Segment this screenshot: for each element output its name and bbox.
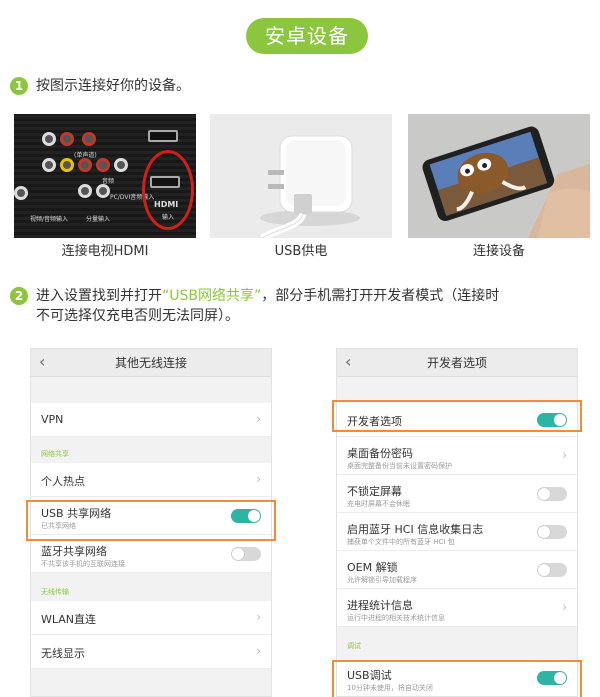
step-2: 2 进入设置找到并打开“USB网络共享”，部分手机需打开开发者模式（连接时 不可… bbox=[10, 286, 499, 326]
phone-in-hand-photo bbox=[408, 114, 590, 238]
bt-hci-toggle[interactable] bbox=[537, 525, 567, 539]
step-text: 进入设置找到并打开“USB网络共享”，部分手机需打开开发者模式（连接时 不可选择… bbox=[36, 286, 499, 326]
chevron-right-icon: › bbox=[256, 644, 261, 658]
step-text-before: 进入设置找到并打开 bbox=[36, 288, 162, 304]
oem-unlock-sub: 允许解锁引导加载程序 bbox=[347, 576, 417, 584]
hotspot-label: 个人热点 bbox=[41, 475, 85, 488]
back-icon[interactable]: ‹ bbox=[345, 349, 351, 375]
chevron-right-icon: › bbox=[256, 610, 261, 624]
tv-label-mono: (单声道) bbox=[74, 152, 97, 159]
stay-awake-row[interactable]: 不锁定屏幕 充电时屏幕不会休眠 bbox=[337, 475, 577, 513]
usb-share-highlight-box bbox=[26, 500, 276, 541]
backup-password-label: 桌面备份密码 bbox=[347, 447, 413, 460]
section-wireless: 无线传输 bbox=[41, 588, 69, 596]
hdmi-port-circle bbox=[142, 150, 194, 230]
process-stats-row[interactable]: 进程统计信息 运行中进程的相关技术统计信息 › bbox=[337, 589, 577, 627]
bt-hci-row[interactable]: 启用蓝牙 HCI 信息收集日志 捕获单个文件中的所有蓝牙 HCI 包 bbox=[337, 513, 577, 551]
screen-title: 其他无线连接 bbox=[114, 356, 187, 370]
oem-unlock-toggle[interactable] bbox=[537, 563, 567, 577]
hotspot-row[interactable]: 个人热点 › bbox=[31, 463, 271, 497]
wireless-display-label: 无线显示 bbox=[41, 647, 85, 660]
oem-unlock-row[interactable]: OEM 解锁 允许解锁引导加载程序 bbox=[337, 551, 577, 589]
caption-hdmi: 连接电视HDMI bbox=[61, 244, 149, 259]
process-stats-label: 进程统计信息 bbox=[347, 599, 413, 612]
bt-share-toggle[interactable] bbox=[231, 547, 261, 561]
step-number: 2 bbox=[10, 287, 28, 305]
stay-awake-label: 不锁定屏幕 bbox=[347, 485, 402, 498]
bt-hci-sub: 捕获单个文件中的所有蓝牙 HCI 包 bbox=[347, 538, 455, 546]
tv-label-component: 分量输入 bbox=[86, 216, 111, 223]
screen-title: 开发者选项 bbox=[426, 356, 487, 370]
vpn-label: VPN bbox=[41, 413, 64, 426]
phone-illustration bbox=[408, 114, 590, 238]
caption-usb: USB供电 bbox=[274, 244, 328, 259]
wlan-direct-row[interactable]: WLAN直连 › bbox=[31, 601, 271, 635]
bt-share-sub: 不共享该手机的互联网连接 bbox=[41, 560, 125, 568]
usb-charger-photo bbox=[210, 114, 392, 238]
usb-debug-highlight-box bbox=[332, 660, 582, 697]
step-text-highlight: “USB网络共享” bbox=[162, 288, 262, 304]
oem-unlock-label: OEM 解锁 bbox=[347, 561, 398, 574]
dev-options-highlight-box bbox=[332, 400, 582, 432]
usb-charger-illustration bbox=[210, 114, 392, 238]
wireless-display-row[interactable]: 无线显示 › bbox=[31, 635, 271, 669]
chevron-right-icon: › bbox=[562, 600, 567, 614]
step-text-line2: 不可选择仅充电否则无法同屏）。 bbox=[36, 308, 239, 324]
page-title: 安卓设备 bbox=[246, 18, 368, 54]
tv-label-audio: 音频 bbox=[102, 178, 115, 185]
step-number: 1 bbox=[10, 77, 28, 95]
screen-header: ‹ 其他无线连接 bbox=[31, 349, 271, 377]
screen-header: ‹ 开发者选项 bbox=[337, 349, 577, 377]
stay-awake-sub: 充电时屏幕不会休眠 bbox=[347, 500, 410, 508]
bt-share-label: 蓝牙共享网络 bbox=[41, 545, 107, 558]
stay-awake-toggle[interactable] bbox=[537, 487, 567, 501]
wlan-direct-label: WLAN直连 bbox=[41, 613, 97, 626]
chevron-right-icon: › bbox=[256, 412, 261, 426]
chevron-right-icon: › bbox=[256, 472, 261, 486]
step-text: 按图示连接好你的设备。 bbox=[36, 78, 190, 94]
step-text-after: ，部分手机需打开开发者模式（连接时 bbox=[261, 288, 500, 304]
process-stats-sub: 运行中进程的相关技术统计信息 bbox=[347, 614, 445, 622]
bt-hci-label: 启用蓝牙 HCI 信息收集日志 bbox=[347, 523, 484, 536]
section-debug: 调试 bbox=[347, 642, 361, 650]
tv-hdmi-photo: (单声道) 音频 PC/DVI音频输入 视频/音频输入 分量输入 HDMI 输入 bbox=[14, 114, 196, 238]
tv-label-av-in: 视频/音频输入 bbox=[30, 216, 69, 223]
chevron-right-icon: › bbox=[562, 448, 567, 462]
backup-password-row[interactable]: 桌面备份密码 桌面完整备份当前未设置密码保护 › bbox=[337, 437, 577, 475]
backup-password-sub: 桌面完整备份当前未设置密码保护 bbox=[347, 462, 452, 470]
step-1: 1 按图示连接好你的设备。 bbox=[10, 76, 190, 96]
back-icon[interactable]: ‹ bbox=[39, 349, 45, 375]
section-network-share: 网络共享 bbox=[41, 450, 69, 458]
vpn-row[interactable]: VPN › bbox=[31, 403, 271, 437]
caption-device: 连接设备 bbox=[472, 244, 525, 259]
